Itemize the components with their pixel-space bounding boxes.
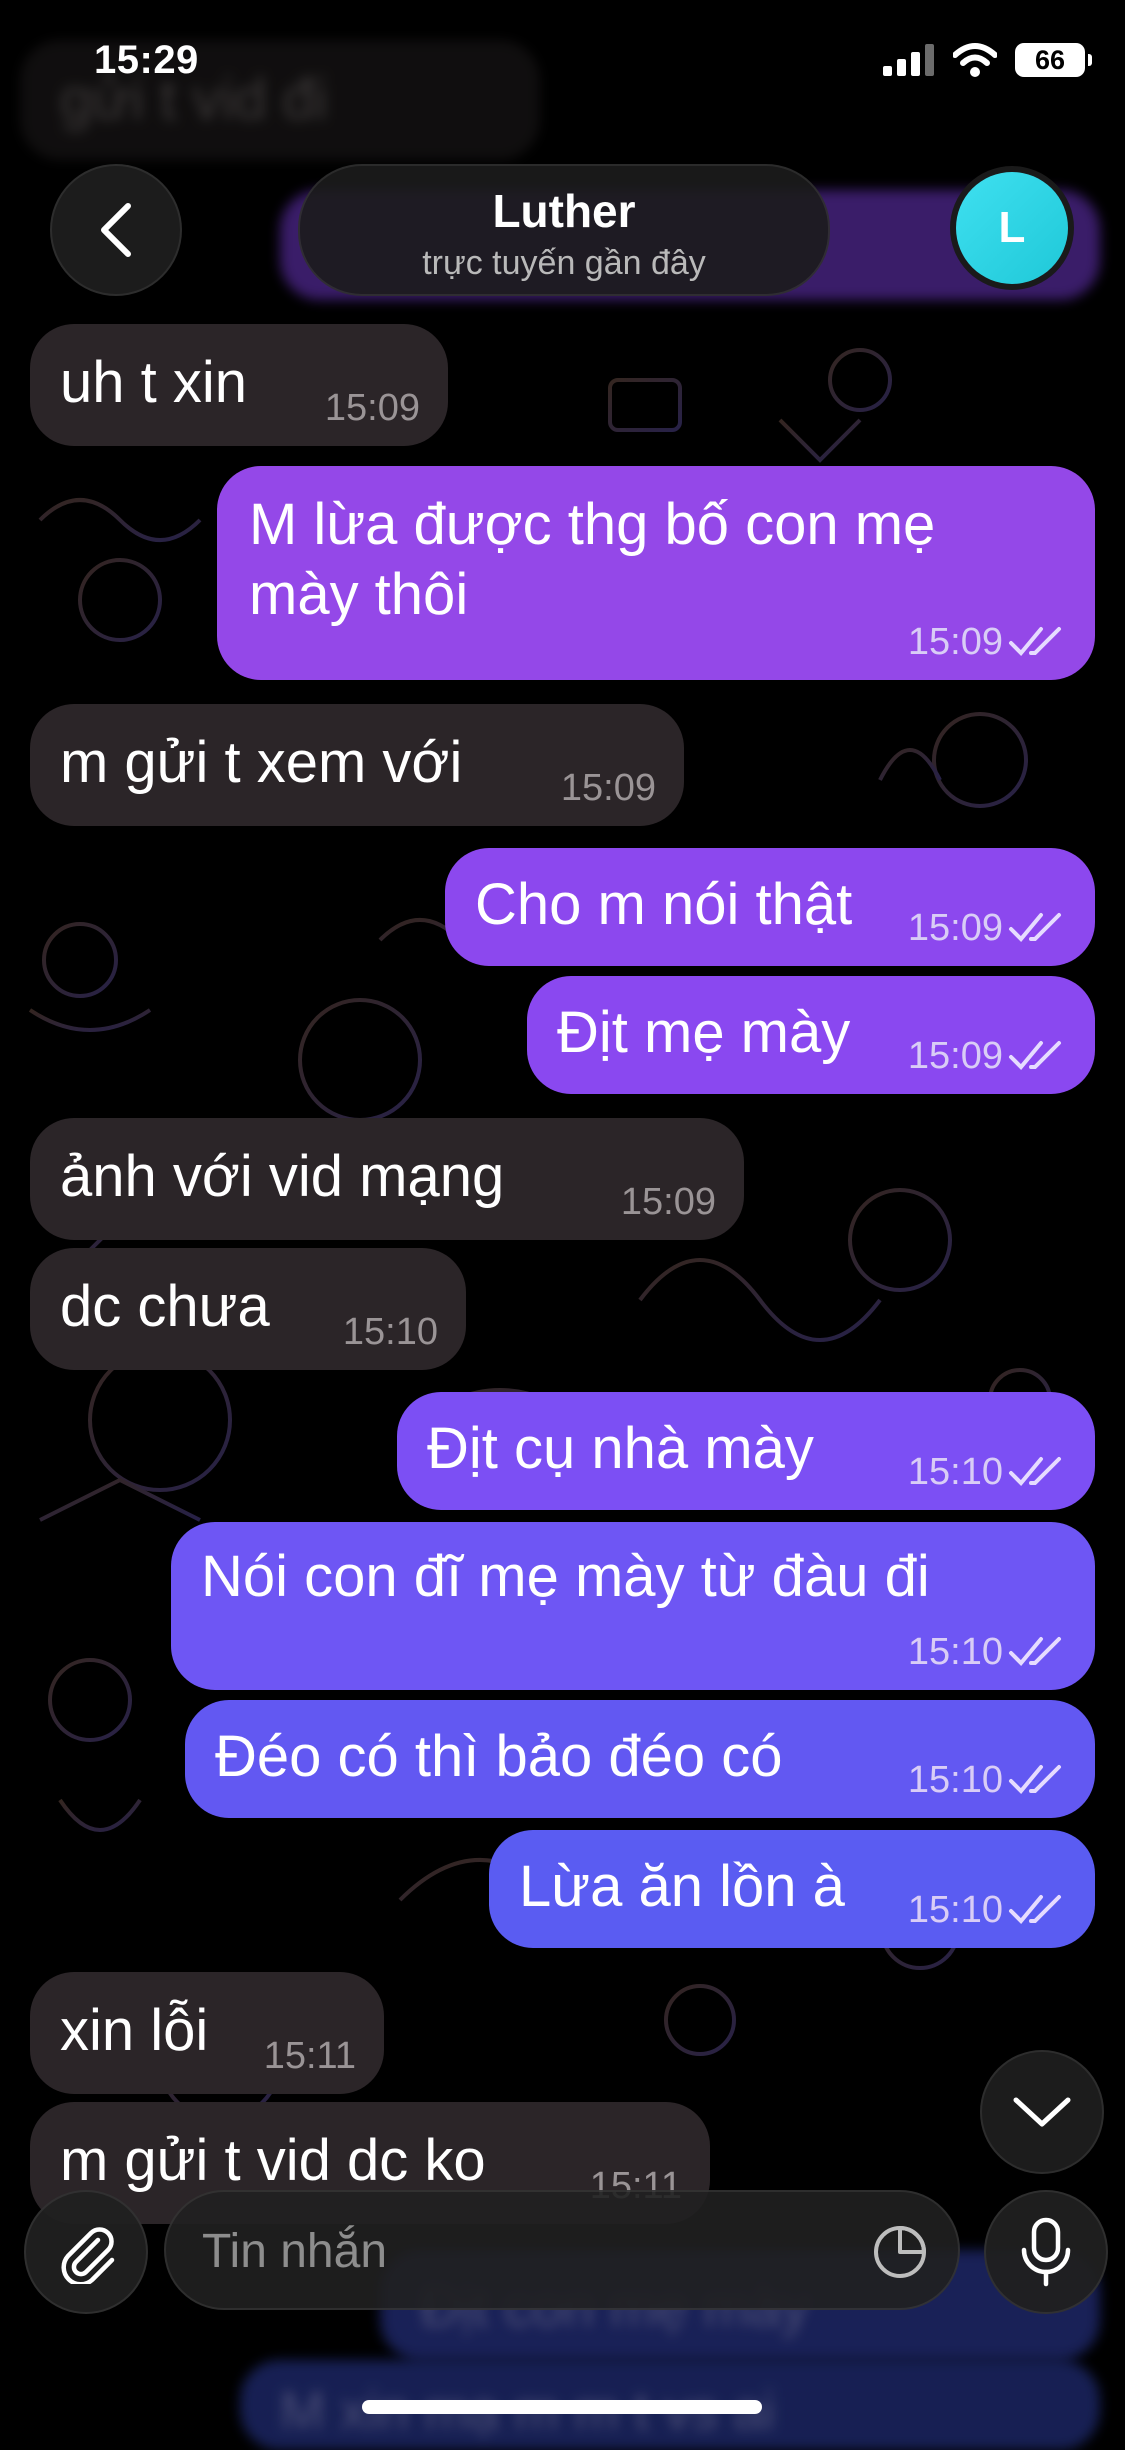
- message-bubble[interactable]: xin lỗi 15:11: [30, 1972, 384, 2094]
- message-bubble[interactable]: ảnh với vid mạng 15:09: [30, 1118, 744, 1240]
- message-meta: 15:10: [908, 1632, 1067, 1672]
- message-bubble[interactable]: Địt cụ nhà mày 15:10: [397, 1392, 1095, 1510]
- message-time: 15:09: [620, 1181, 716, 1223]
- message-meta: 15:10: [908, 1890, 1067, 1930]
- sticker-icon[interactable]: [870, 2222, 930, 2282]
- message-time: 15:09: [560, 767, 656, 809]
- wifi-icon: [953, 43, 997, 77]
- message-meta: 15:10: [908, 1760, 1067, 1800]
- message-text: dc chưa: [60, 1274, 270, 1339]
- double-check-icon: [1009, 1041, 1061, 1070]
- double-check-icon: [1009, 1457, 1061, 1486]
- message-bubble[interactable]: Địt mẹ mày 15:09: [527, 976, 1095, 1094]
- avatar[interactable]: L: [950, 166, 1074, 290]
- message-text: Lừa ăn lồn à: [519, 1854, 845, 1919]
- message-time: 15:10: [907, 1451, 1003, 1493]
- message-text: Đéo có thì bảo đéo có: [215, 1724, 783, 1789]
- message-text: xin lỗi: [60, 1998, 209, 2063]
- paperclip-icon: [61, 2227, 115, 2284]
- message-time: 15:09: [324, 387, 420, 429]
- message-text: uh t xin: [60, 350, 247, 415]
- message-time: 15:09: [907, 621, 1003, 663]
- double-check-icon: [1009, 1637, 1061, 1666]
- cellular-signal-icon: [883, 44, 934, 76]
- message-meta: 15:09: [561, 768, 656, 808]
- double-check-icon: [1009, 913, 1061, 942]
- message-bubble[interactable]: uh t xin 15:09: [30, 324, 448, 446]
- message-time: 15:11: [263, 2035, 356, 2077]
- message-text: M lừa được thg bố con mẹ mày thôi: [249, 492, 936, 627]
- double-check-icon: [1009, 627, 1061, 656]
- message-time: 15:09: [907, 907, 1003, 949]
- double-check-icon: [1009, 1895, 1061, 1924]
- contact-name: Luther: [492, 185, 636, 237]
- message-text: m gửi t xem với: [60, 730, 463, 795]
- double-check-icon: [1009, 1765, 1061, 1794]
- message-time: 15:10: [907, 1631, 1003, 1673]
- attach-button[interactable]: [24, 2190, 148, 2314]
- message-input-container[interactable]: [164, 2190, 960, 2310]
- message-time: 15:10: [342, 1311, 438, 1353]
- message-meta: 15:10: [908, 1452, 1067, 1492]
- message-text: ảnh với vid mạng: [60, 1144, 505, 1209]
- message-meta: 15:09: [325, 388, 420, 428]
- chevron-left-icon: [101, 203, 131, 257]
- message-meta: 15:11: [264, 2036, 356, 2076]
- chevron-down-icon: [1013, 2097, 1071, 2127]
- message-meta: 15:09: [621, 1182, 716, 1222]
- message-bubble[interactable]: Lừa ăn lồn à 15:10: [489, 1830, 1095, 1948]
- message-time: 15:09: [907, 1035, 1003, 1077]
- message-time: 15:10: [907, 1759, 1003, 1801]
- message-input[interactable]: [200, 2192, 844, 2310]
- message-time: 15:10: [907, 1889, 1003, 1931]
- message-meta: 15:09: [908, 1036, 1067, 1076]
- message-text: Địt mẹ mày: [557, 1000, 851, 1065]
- avatar-letter: L: [956, 172, 1068, 284]
- chat-title[interactable]: Luther trực tuyến gần đây: [298, 164, 830, 296]
- microphone-button[interactable]: [984, 2190, 1108, 2314]
- status-indicators: 66: [883, 40, 1092, 80]
- back-button[interactable]: [50, 164, 182, 296]
- microphone-icon: [1021, 2217, 1071, 2287]
- message-bubble[interactable]: M lừa được thg bố con mẹ mày thôi 15:09: [217, 466, 1095, 680]
- message-bubble[interactable]: dc chưa 15:10: [30, 1248, 466, 1370]
- message-text: m gửi t vid dc ko: [60, 2128, 486, 2193]
- message-meta: 15:09: [908, 622, 1067, 662]
- message-bubble[interactable]: Cho m nói thật 15:09: [445, 848, 1095, 966]
- battery-indicator: 66: [1015, 43, 1092, 77]
- message-bubble[interactable]: m gửi t xem với 15:09: [30, 704, 684, 826]
- message-bubble[interactable]: Nói con đĩ mẹ mày từ đàu đi 15:10: [171, 1522, 1095, 1690]
- status-time: 15:29: [94, 38, 199, 82]
- home-indicator[interactable]: [362, 2400, 762, 2414]
- message-meta: 15:10: [343, 1312, 438, 1352]
- scroll-to-bottom-button[interactable]: [980, 2050, 1104, 2174]
- message-bubble[interactable]: Đéo có thì bảo đéo có 15:10: [185, 1700, 1095, 1818]
- message-text: Cho m nói thật: [475, 872, 853, 937]
- message-meta: 15:09: [908, 908, 1067, 948]
- message-text: Nói con đĩ mẹ mày từ đàu đi: [201, 1544, 930, 1609]
- message-text: Địt cụ nhà mày: [427, 1416, 814, 1481]
- contact-status: trực tuyến gần đây: [422, 244, 706, 282]
